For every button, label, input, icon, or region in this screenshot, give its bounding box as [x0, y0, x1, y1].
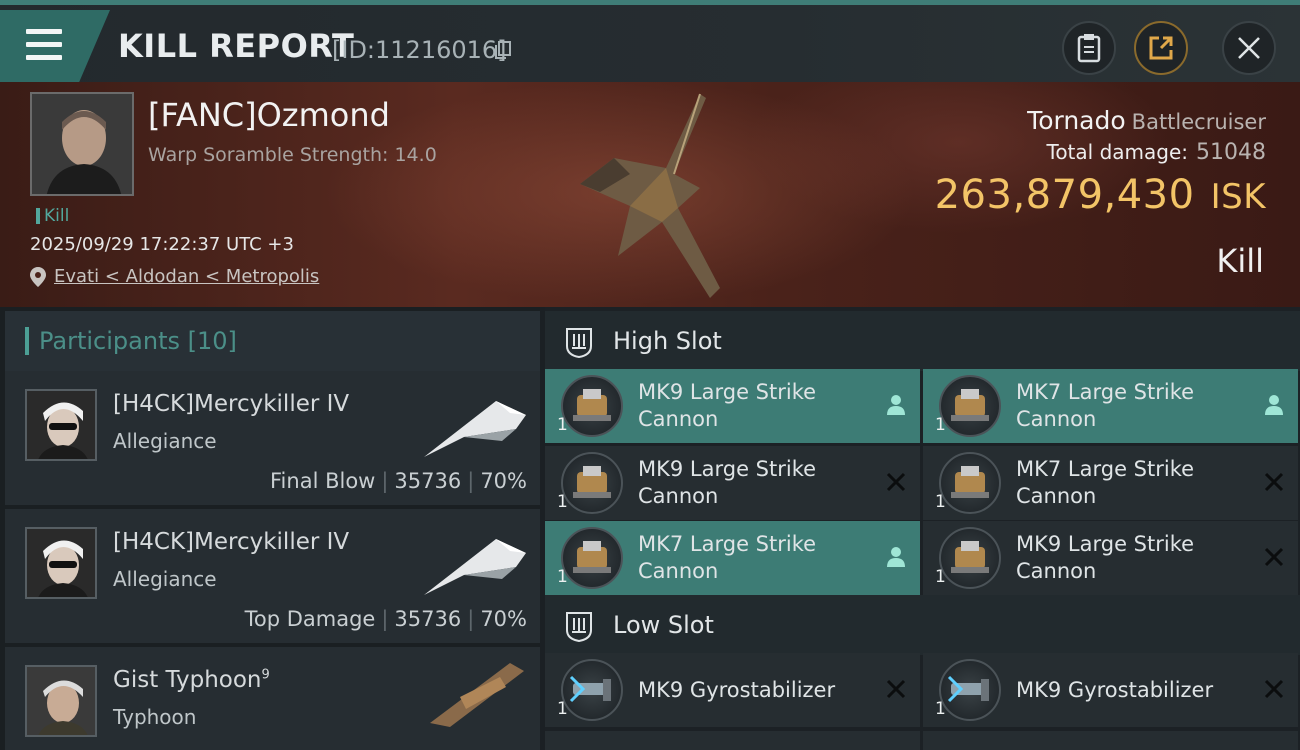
total-damage: Total damage: 51048 — [1046, 140, 1267, 165]
kill-tag: Kill — [36, 206, 69, 226]
share-button[interactable] — [1134, 21, 1188, 75]
module-name: MK9 Large Strike Cannon — [638, 457, 817, 508]
person-icon — [887, 395, 905, 415]
participants-header: Participants [10] — [5, 311, 540, 371]
victim-panel: [FANC]Ozmond Warp Soramble Strength: 14.… — [0, 82, 1300, 307]
high-slot-header: High Slot — [545, 311, 1300, 371]
cannon-icon — [939, 375, 1001, 437]
copy-icon[interactable] — [494, 41, 512, 59]
victim-ship[interactable]: Tornado Battlecruiser — [1027, 106, 1266, 135]
participant-card[interactable]: [H4CK]Mercykiller IV Allegiance Top Dama… — [5, 509, 540, 643]
module-name: MK7 Large Strike Cannon — [638, 532, 817, 583]
module-name: MK9 Gyrostabilizer — [638, 678, 836, 702]
participants-panel: Participants [10] [H4CK]Mercykiller IV A… — [0, 307, 540, 750]
person-icon — [887, 547, 905, 567]
participant-card[interactable]: [H4CK]Mercykiller IV Allegiance Final Bl… — [5, 371, 540, 505]
module-name: MK9 Large Strike Cannon — [1016, 532, 1195, 583]
x-icon — [886, 472, 906, 492]
x-icon — [1264, 547, 1284, 567]
participant-ship-image — [424, 539, 526, 595]
participant-stats: Final Blow | 35736 | 70% — [270, 469, 527, 493]
participant-stats: Top Damage | 35736 | 70% — [244, 607, 527, 631]
module-slot[interactable] — [545, 731, 920, 750]
avatar — [25, 527, 97, 599]
clipboard-button[interactable] — [1062, 21, 1116, 75]
participant-ship: Allegiance — [113, 429, 217, 453]
avatar — [25, 665, 97, 737]
participant-ship-image — [430, 663, 524, 727]
report-id: [ID:11216016] — [332, 36, 507, 64]
x-icon — [1264, 472, 1284, 492]
menu-button[interactable] — [0, 10, 110, 82]
module-slot[interactable]: 1 MK7 Large Strike Cannon — [545, 521, 920, 595]
page-title: KILL REPORT — [118, 27, 355, 65]
low-slot-header: Low Slot — [545, 595, 1300, 655]
module-name: MK9 Large Strike Cannon — [638, 380, 817, 431]
module-name: MK7 Large Strike Cannon — [1016, 380, 1195, 431]
victim-name[interactable]: [FANC]Ozmond — [148, 96, 390, 134]
result-label: Kill — [1216, 242, 1264, 280]
cannon-icon — [939, 527, 1001, 589]
close-button[interactable] — [1222, 21, 1276, 75]
location-pin-icon — [30, 266, 46, 287]
module-slot[interactable] — [923, 731, 1298, 750]
cannon-icon — [939, 452, 1001, 514]
kill-location[interactable]: Evati < Aldodan < Metropolis — [30, 266, 319, 287]
module-name: MK9 Gyrostabilizer — [1016, 678, 1214, 702]
cannon-icon — [561, 527, 623, 589]
module-slot[interactable]: 1 MK9 Gyrostabilizer — [923, 653, 1298, 727]
participant-name: [H4CK]Mercykiller IV — [113, 529, 350, 555]
close-icon — [1238, 37, 1260, 59]
share-icon — [1149, 36, 1173, 60]
participant-card[interactable]: Gist Typhoon9 Typhoon — [5, 647, 540, 750]
isk-value: 263,879,430 ISK — [934, 172, 1266, 218]
gyrostabilizer-icon — [561, 659, 623, 721]
avatar — [25, 389, 97, 461]
victim-ship-image — [580, 93, 720, 298]
cannon-icon — [561, 452, 623, 514]
participant-name: [H4CK]Mercykiller IV — [113, 391, 350, 417]
module-slot[interactable]: 1 MK9 Large Strike Cannon — [923, 521, 1298, 595]
module-name: MK7 Large Strike Cannon — [1016, 457, 1195, 508]
victim-portrait[interactable] — [30, 92, 134, 196]
participant-ship-image — [424, 401, 526, 457]
gyrostabilizer-icon — [939, 659, 1001, 721]
x-icon — [886, 679, 906, 699]
low-slot-icon — [566, 612, 592, 642]
module-slot[interactable]: 1 MK9 Large Strike Cannon — [545, 369, 920, 443]
victim-attribute: Warp Soramble Strength: 14.0 — [148, 144, 437, 166]
clipboard-icon — [1077, 34, 1101, 63]
participant-ship: Allegiance — [113, 567, 217, 591]
fitting-panel: High Slot 1 MK9 Large Strike Cannon 1 MK… — [545, 307, 1300, 750]
header-bar: KILL REPORT [ID:11216016] — [0, 0, 1300, 82]
module-slot[interactable]: 1 MK7 Large Strike Cannon — [923, 369, 1298, 443]
participant-name: Gist Typhoon9 — [113, 667, 270, 693]
module-slot[interactable]: 1 MK9 Large Strike Cannon — [545, 446, 920, 520]
participant-ship: Typhoon — [113, 705, 197, 729]
high-slot-icon — [566, 328, 592, 358]
person-icon — [1265, 395, 1283, 415]
kill-datetime: 2025/09/29 17:22:37 UTC +3 — [30, 234, 294, 255]
module-slot[interactable]: 1 MK7 Large Strike Cannon — [923, 446, 1298, 520]
cannon-icon — [561, 375, 623, 437]
x-icon — [1264, 679, 1284, 699]
module-slot[interactable]: 1 MK9 Gyrostabilizer — [545, 653, 920, 727]
